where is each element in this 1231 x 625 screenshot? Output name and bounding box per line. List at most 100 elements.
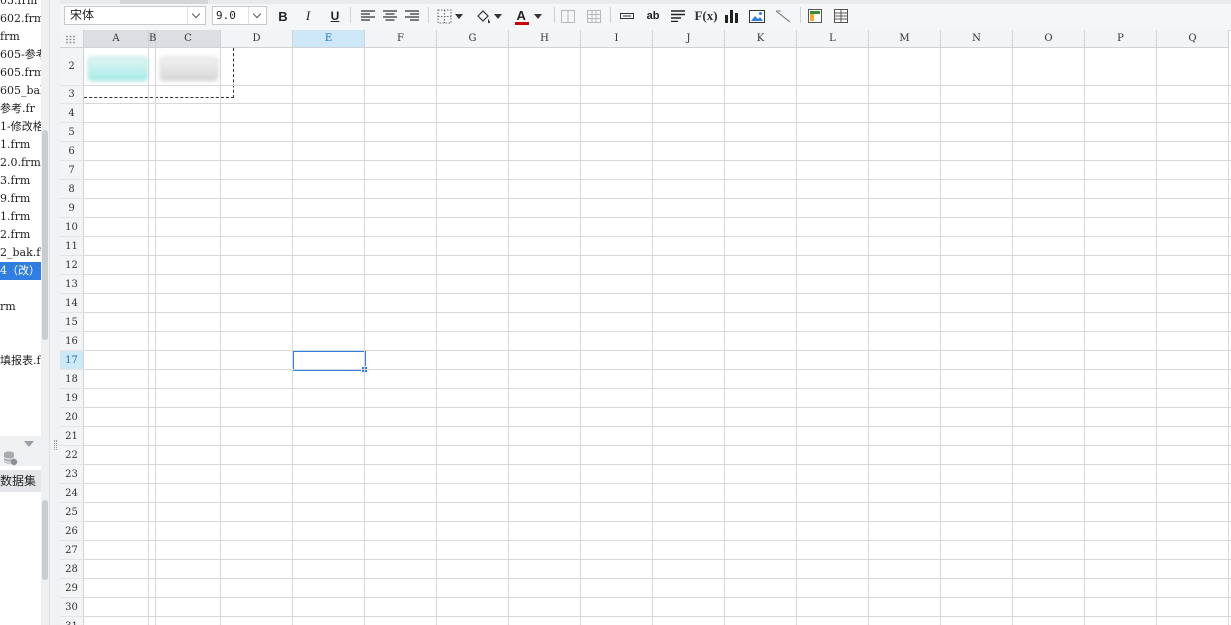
row-header[interactable]: 14 [60,294,84,313]
file-list-item[interactable]: 填报表.f [0,352,41,370]
file-list-item[interactable]: rm [0,298,41,316]
file-list-item[interactable]: 602.frm [0,10,41,28]
wrap-text-button[interactable] [668,6,688,26]
row-header[interactable]: 29 [60,579,84,598]
file-panel-scrollbar[interactable] [41,0,49,625]
row-header[interactable]: 26 [60,522,84,541]
file-list-item[interactable]: 605-参考 [0,46,41,64]
column-header[interactable]: M [869,30,941,48]
column-header[interactable]: A [84,30,149,48]
row-header[interactable]: 16 [60,332,84,351]
column-header[interactable]: N [941,30,1013,48]
row-header[interactable]: 4 [60,104,84,123]
row-header[interactable]: 19 [60,389,84,408]
font-family-select[interactable]: 宋体 [64,6,206,25]
file-list-item[interactable]: 1-修改格 [0,118,41,136]
column-header[interactable]: P [1085,30,1157,48]
fill-color-button[interactable] [473,6,493,26]
row-header[interactable]: 12 [60,256,84,275]
align-center-button[interactable] [380,6,400,26]
row-header[interactable]: 20 [60,408,84,427]
floating-element-region[interactable] [84,48,234,98]
scrollbar-thumb[interactable] [42,500,48,580]
file-list-item[interactable]: 2_bak.fr [0,244,41,262]
underline-button[interactable]: U [325,6,345,26]
file-list-item[interactable]: 1.frm [0,208,41,226]
freeze-pane-button[interactable] [805,6,825,26]
document-tab[interactable] [120,0,208,4]
file-list-item[interactable]: 9.frm [0,190,41,208]
row-header[interactable]: 28 [60,560,84,579]
column-layout-button[interactable] [831,6,851,26]
row-header[interactable]: 22 [60,446,84,465]
file-list-item[interactable]: 2.0.frm [0,154,41,172]
row-header[interactable]: 24 [60,484,84,503]
column-header[interactable]: I [581,30,653,48]
merge-cells-button[interactable] [558,6,578,26]
row-header[interactable]: 15 [60,313,84,332]
bold-button[interactable]: B [273,6,293,26]
column-header[interactable]: G [437,30,509,48]
column-header[interactable]: E [293,30,365,48]
column-header[interactable]: F [365,30,437,48]
collapse-arrow-icon[interactable] [24,441,34,447]
row-header[interactable]: 8 [60,180,84,199]
split-cells-button[interactable] [584,6,604,26]
row-header[interactable]: 17 [60,351,84,370]
column-header[interactable]: B [149,30,156,48]
select-all-corner[interactable] [60,30,84,48]
row-header[interactable]: 27 [60,541,84,560]
file-list-item[interactable]: 605_bak [0,82,41,100]
row-header[interactable]: 31 [60,617,84,625]
row-header[interactable]: 23 [60,465,84,484]
font-color-button[interactable]: A [512,6,532,26]
column-header[interactable]: H [509,30,581,48]
file-list-item[interactable] [0,280,41,298]
file-list-item[interactable] [0,316,41,334]
insert-text-button[interactable] [617,6,637,26]
column-header[interactable]: D [221,30,293,48]
file-list-item[interactable]: frm [0,28,41,46]
insert-textbox-button[interactable]: ab [643,6,663,26]
row-header[interactable]: 3 [60,86,84,104]
font-color-dropdown[interactable] [532,6,544,26]
file-list-item[interactable]: 3.frm [0,172,41,190]
file-list-item[interactable]: 03.frm [0,0,41,10]
column-header[interactable]: Q [1157,30,1229,48]
row-header[interactable]: 11 [60,237,84,256]
row-header[interactable]: 30 [60,598,84,617]
insert-image-button[interactable] [747,6,767,26]
cell-area[interactable] [84,48,1231,625]
align-left-button[interactable] [358,6,378,26]
font-size-select[interactable]: 9.0 [212,6,267,25]
row-header[interactable]: 10 [60,218,84,237]
fill-color-dropdown[interactable] [492,6,504,26]
file-list-item[interactable]: 参考.fr [0,100,41,118]
scrollbar-thumb[interactable] [42,130,48,340]
chevron-down-icon[interactable] [248,7,266,24]
file-list-item[interactable]: 4（改） [0,262,41,280]
column-header[interactable]: L [797,30,869,48]
insert-chart-button[interactable] [722,6,742,26]
align-right-button[interactable] [402,6,422,26]
file-list-item[interactable]: 2.frm [0,226,41,244]
database-icon[interactable] [2,450,18,466]
italic-button[interactable]: I [298,6,318,26]
row-header[interactable]: 13 [60,275,84,294]
splitter-grip-icon[interactable] [54,440,57,450]
formula-button[interactable]: F(x) [694,6,718,26]
selected-cell[interactable] [292,350,368,373]
slash-button[interactable] [773,6,793,26]
file-list-item[interactable]: 605.frm [0,64,41,82]
row-header[interactable]: 6 [60,142,84,161]
row-header[interactable]: 5 [60,123,84,142]
file-list-item[interactable] [0,334,41,352]
row-header[interactable]: 9 [60,199,84,218]
column-header[interactable]: C [156,30,221,48]
row-header[interactable]: 21 [60,427,84,446]
column-header[interactable]: O [1013,30,1085,48]
file-list-item[interactable]: 1.frm [0,136,41,154]
column-header[interactable]: J [653,30,725,48]
row-header[interactable]: 25 [60,503,84,522]
row-header[interactable]: 7 [60,161,84,180]
